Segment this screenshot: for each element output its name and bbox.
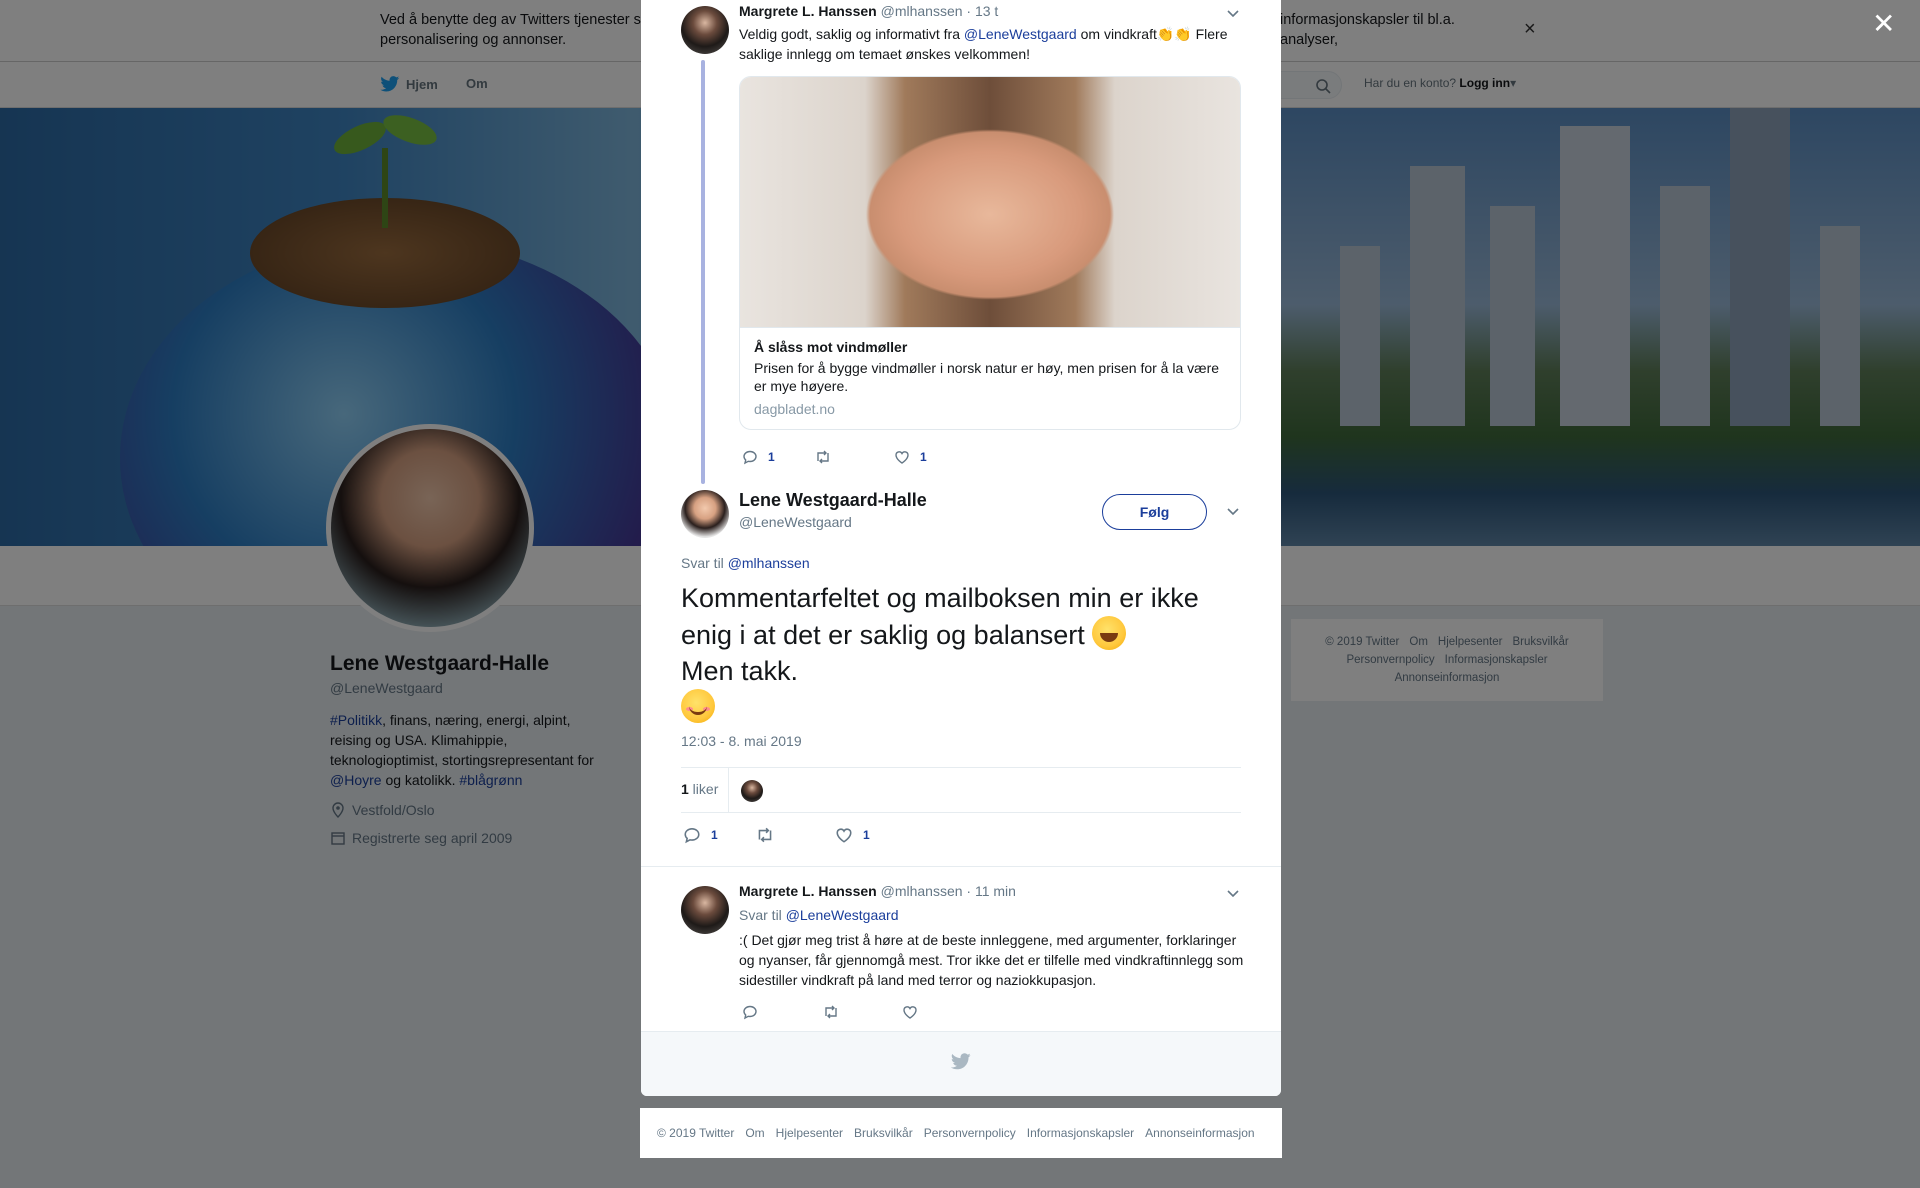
modal-footer (641, 1031, 1281, 1096)
like-count: 1 (920, 450, 927, 464)
mention-lenewestgaard[interactable]: @LeneWestgaard (964, 26, 1077, 42)
likes-count-link[interactable]: 1 liker (681, 781, 718, 797)
footer-link-om[interactable]: Om (745, 1126, 764, 1140)
grinning-emoji (1092, 616, 1127, 650)
reply-icon (743, 1005, 757, 1020)
tweet-author-name[interactable]: Margrete L. Hanssen (739, 3, 877, 19)
caret-down-icon[interactable] (1225, 5, 1241, 21)
main-tweet-author-name[interactable]: Lene Westgaard-Halle (739, 490, 927, 511)
tweet-author-handle[interactable]: @mlhanssen (881, 3, 963, 19)
retweet-button[interactable] (814, 449, 894, 465)
reply-button[interactable]: 1 (683, 826, 755, 844)
card-image (740, 77, 1240, 328)
reply-button[interactable]: 1 (742, 449, 814, 465)
retweet-button[interactable] (755, 826, 835, 844)
tweet-text-part: Veldig godt, saklig og informativt fra (739, 26, 964, 42)
reply-tweet-header: Margrete L. Hanssen @mlhanssen · 11 min (739, 883, 1016, 899)
link-card[interactable]: Å slåss mot vindmøller Prisen for å bygg… (739, 76, 1241, 430)
follow-button[interactable]: Følg (1102, 494, 1207, 530)
main-tweet-reply-to: Svar til @mlhanssen (681, 555, 810, 571)
caret-down-icon[interactable] (1225, 885, 1241, 901)
main-tweet-actions: 1 1 (683, 826, 907, 844)
footer-link-help[interactable]: Hjelpesenter (776, 1126, 843, 1140)
main-tweet-text: Kommentarfeltet og mailboksen min er ikk… (681, 580, 1241, 726)
card-domain: dagbladet.no (754, 401, 835, 417)
like-count: 1 (863, 828, 870, 842)
footer-link-privacy[interactable]: Personvernpolicy (924, 1126, 1016, 1140)
reply-tweet-reply-to: Svar til @LeneWestgaard (739, 907, 899, 923)
card-description: Prisen for å bygge vindmøller i norsk na… (754, 360, 1220, 394)
smiling-emoji (681, 689, 715, 723)
reply-icon (743, 450, 757, 465)
tweet-author-handle[interactable]: @mlhanssen (881, 883, 963, 899)
reply-prefix: Svar til (681, 555, 728, 571)
avatar[interactable] (681, 490, 729, 538)
footer-link-cookies[interactable]: Informasjonskapsler (1027, 1126, 1134, 1140)
footer-link-ads[interactable]: Annonseinformasjon (1145, 1126, 1254, 1140)
liker-avatar[interactable] (741, 780, 763, 802)
reply-button[interactable] (742, 1004, 822, 1020)
avatar[interactable] (681, 6, 729, 54)
retweet-icon (817, 450, 829, 464)
close-icon[interactable]: ✕ (1872, 10, 1895, 38)
tweet-time[interactable]: · 13 t (966, 3, 998, 19)
reply-prefix: Svar til (739, 907, 786, 923)
parent-tweet-text: Veldig godt, saklig og informativt fra @… (739, 24, 1239, 64)
tweet-time[interactable]: · 11 min (966, 883, 1016, 899)
parent-tweet-actions: 1 1 (742, 449, 966, 465)
footer-copyright: © 2019 Twitter (657, 1126, 735, 1140)
retweet-icon (825, 1005, 837, 1019)
reply-count: 1 (711, 828, 718, 842)
main-tweet-timestamp[interactable]: 12:03 - 8. mai 2019 (681, 733, 802, 749)
divider (641, 866, 1281, 867)
footer-link-terms[interactable]: Bruksvilkår (854, 1126, 913, 1140)
likes-count-number: 1 (681, 781, 689, 797)
tweet-modal: Margrete L. Hanssen @mlhanssen · 13 t Ve… (641, 0, 1281, 1096)
reply-icon (684, 828, 700, 844)
caret-down-icon[interactable] (1225, 503, 1241, 519)
heart-icon (836, 828, 852, 843)
parent-tweet-header: Margrete L. Hanssen @mlhanssen · 13 t (739, 3, 998, 19)
main-tweet-author-handle[interactable]: @LeneWestgaard (739, 514, 852, 530)
like-button[interactable]: 1 (835, 826, 907, 844)
card-title: Å slåss mot vindmøller (754, 339, 908, 355)
likes-divider (728, 768, 729, 813)
retweet-button[interactable] (822, 1004, 902, 1020)
page-footer: © 2019 Twitter Om Hjelpesenter Bruksvilk… (640, 1108, 1282, 1158)
mention-mlhanssen[interactable]: @mlhanssen (728, 555, 810, 571)
twitter-bird-icon (951, 1053, 971, 1070)
main-tweet-text-line2: Men takk. (681, 656, 799, 686)
likes-count-label: liker (688, 781, 719, 797)
reply-tweet-actions (742, 1004, 974, 1020)
likes-summary: 1 liker (681, 767, 1241, 813)
heart-icon (903, 1006, 917, 1019)
retweet-icon (758, 827, 772, 843)
mention-lenewestgaard[interactable]: @LeneWestgaard (786, 907, 899, 923)
conversation-thread-line (701, 60, 705, 484)
avatar[interactable] (681, 886, 729, 934)
like-button[interactable] (902, 1004, 974, 1020)
reply-count: 1 (768, 450, 775, 464)
like-button[interactable]: 1 (894, 449, 966, 465)
reply-tweet-text: :( Det gjør meg trist å høre at de beste… (739, 932, 1244, 988)
heart-icon (895, 451, 909, 464)
tweet-author-name[interactable]: Margrete L. Hanssen (739, 883, 877, 899)
